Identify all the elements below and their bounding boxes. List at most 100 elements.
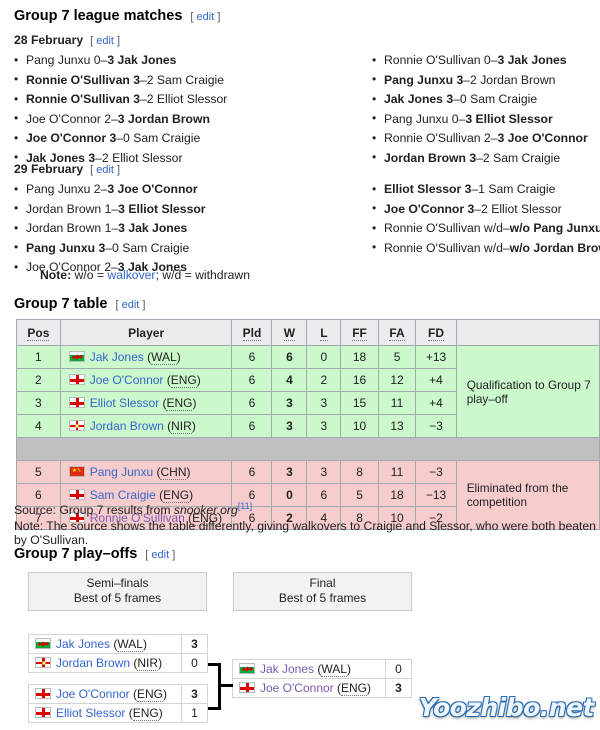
match-dash: – <box>139 72 147 87</box>
match-player-1: Ronnie O'Sullivan <box>384 240 481 255</box>
player-link[interactable]: Jak Jones <box>56 637 110 651</box>
bracket-player: Jordan Brown (NIR) <box>28 653 182 673</box>
match-player-1: Pang Junxu <box>384 72 454 87</box>
match-list-item: Jordan Brown 1–3 Jak Jones <box>14 219 206 239</box>
edit-link-group-table[interactable]: [ edit ] <box>115 299 145 311</box>
edit-anchor[interactable]: edit <box>151 549 169 561</box>
cell-player: Jordan Brown (NIR) <box>59 414 233 438</box>
match-player-1: Elliot Slessor <box>384 182 462 196</box>
match-score-2: 2 <box>482 150 490 165</box>
bracket-score: 0 <box>385 659 412 679</box>
cell-ff: 8 <box>340 460 379 484</box>
match-player-2: Jak Jones <box>128 221 188 235</box>
player-link[interactable]: Joe O'Connor <box>260 681 334 695</box>
match-player-1: Joe O'Connor <box>384 201 465 216</box>
match-player-1: Ronnie O'Sullivan <box>26 92 130 106</box>
match-player-2: Sam Craigie <box>133 131 201 145</box>
edit-anchor[interactable]: edit <box>122 299 140 311</box>
match-list-item: Ronnie O'Sullivan 3–2 Elliot Slessor <box>14 90 227 110</box>
round-name: Final <box>309 576 336 590</box>
cell-l: 3 <box>306 460 342 484</box>
match-player-1: Pang Junxu <box>26 240 96 255</box>
edit-link-day1[interactable]: [ edit ] <box>90 35 120 47</box>
match-score-2: 3 <box>107 53 115 67</box>
walkover-link[interactable]: walkover <box>107 268 155 282</box>
match-list-item: Jordan Brown 3–2 Sam Craigie <box>372 148 588 169</box>
match-score-1: 2 <box>104 111 111 126</box>
match-list-item: Pang Junxu 0–3 Elliot Slessor <box>372 109 588 130</box>
cell-player: ★ ★ ★ Pang Junxu (CHN) <box>59 460 233 484</box>
cell-l: 6 <box>306 483 342 507</box>
bracket-match-semi-final-1: Jak Jones (WAL) 3 Jordan Brown (NIR) 0 <box>28 634 208 673</box>
match-score-1: 3 <box>133 72 140 87</box>
edit-anchor[interactable]: edit <box>197 11 215 23</box>
bracket-row: Jordan Brown (NIR) 0 <box>28 653 208 673</box>
site-watermark: Yoozhibo.net <box>418 693 595 722</box>
player-link[interactable]: Elliot Slessor <box>56 706 125 720</box>
date-heading-29-february: 29 February [ edit ] <box>14 162 120 176</box>
match-player-1: Joe O'Connor <box>26 131 107 145</box>
bracket-player: Elliot Slessor (ENG) <box>28 703 182 723</box>
cell-fd: −13 <box>415 483 457 507</box>
group-table-wrapper: Pos Player Pld W L FF FA FD 1 Jak Jones (WAL) 6 6 0… <box>16 319 600 530</box>
player-link[interactable]: Joe O'Connor <box>56 687 130 701</box>
match-player-2: Jordan Brown <box>480 72 556 87</box>
cell-fd: +4 <box>415 391 457 415</box>
edit-link-league-matches[interactable]: [ edit ] <box>190 11 220 23</box>
cell-w: 3 <box>271 414 308 438</box>
player-link[interactable]: Joe O'Connor <box>90 373 164 387</box>
bracket-row: Elliot Slessor (ENG) 1 <box>28 703 208 723</box>
walkover-note: Note: w/o = walkover; w/d = withdrawn <box>14 268 250 282</box>
table-header-player: Player <box>59 319 233 346</box>
player-link[interactable]: Jak Jones <box>260 662 314 676</box>
edit-anchor[interactable]: edit <box>96 164 114 176</box>
player-link[interactable]: Jak Jones <box>90 350 144 364</box>
flag-icon-eng <box>68 397 85 408</box>
reference-11[interactable]: [11] <box>238 501 252 511</box>
flag-icon-wal <box>239 663 255 674</box>
flag-icon-nir <box>68 420 85 431</box>
player-link[interactable]: Jordan Brown <box>90 419 164 433</box>
day2-right-column: Elliot Slessor 3–1 Sam CraigieJoe O'Conn… <box>372 180 600 258</box>
match-score-2: 2 <box>146 92 154 106</box>
player-link[interactable]: Sam Craigie <box>90 488 156 502</box>
cell-player: Joe O'Connor (ENG) <box>59 368 233 392</box>
cell-pos: 2 <box>16 368 61 392</box>
match-player-2: Elliot Slessor <box>112 150 183 165</box>
match-player-2: Sam Craigie <box>493 150 561 165</box>
match-dash: – <box>502 221 510 235</box>
bracket-score: 1 <box>181 703 208 723</box>
cell-pld: 6 <box>231 414 273 438</box>
reference-link[interactable]: [11] <box>238 501 252 511</box>
cell-pos: 3 <box>16 391 61 415</box>
match-list-item: Ronnie O'Sullivan 2–3 Joe O'Connor <box>372 129 588 149</box>
table-header-w: W <box>271 319 308 346</box>
cell-pld: 6 <box>231 345 273 369</box>
match-list-item: Ronnie O'Sullivan w/d–w/o Jordan Brown <box>372 238 600 259</box>
player-link[interactable]: Elliot Slessor <box>90 396 159 410</box>
table-header-row: Pos Player Pld W L FF FA FD <box>16 319 600 346</box>
cell-fa: 12 <box>377 368 417 392</box>
match-player-2: Sam Craigie <box>156 72 224 87</box>
bracket-player: Jak Jones (WAL) <box>28 634 182 654</box>
bracket-row: Joe O'Connor (ENG) 3 <box>232 678 412 698</box>
edit-link-playoffs[interactable]: [ edit ] <box>145 549 175 561</box>
player-link[interactable]: Pang Junxu <box>90 465 153 479</box>
edit-link-day2[interactable]: [ edit ] <box>90 164 120 176</box>
match-score-2: 1 <box>478 182 485 196</box>
match-score-2: 2 <box>481 201 488 216</box>
source-line: Source: Group 7 results from snooker.org… <box>14 501 252 517</box>
match-score-1: 3 <box>133 92 140 106</box>
match-score-1: 0 <box>93 53 101 67</box>
bracket-player: Joe O'Connor (ENG) <box>28 684 182 704</box>
match-list-item: Jordan Brown 1–3 Elliot Slessor <box>14 199 206 220</box>
day1-right-column: Ronnie O'Sullivan 0–3 Jak JonesPang Junx… <box>372 51 588 168</box>
match-player-1: Ronnie O'Sullivan <box>384 221 481 235</box>
match-player-1: Joe O'Connor <box>26 111 101 126</box>
match-score-2: 3 <box>118 201 125 216</box>
flag-icon-eng <box>68 374 85 385</box>
cell-w: 6 <box>271 345 308 369</box>
match-score-2: 3 <box>497 53 505 67</box>
edit-anchor[interactable]: edit <box>96 35 114 47</box>
player-link[interactable]: Jordan Brown <box>56 656 130 670</box>
